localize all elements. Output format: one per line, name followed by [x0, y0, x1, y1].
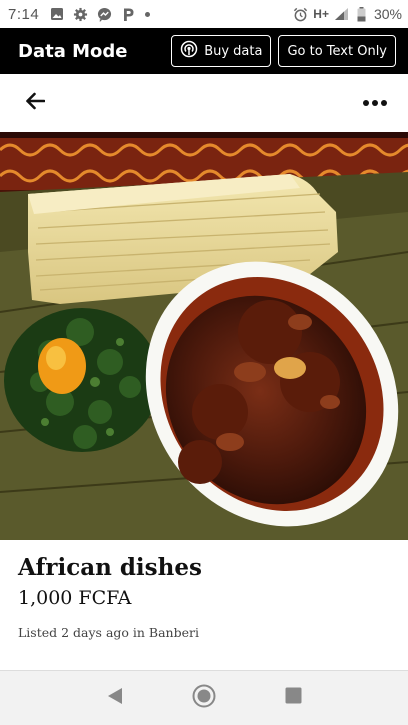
p-icon	[121, 7, 136, 22]
more-options-button[interactable]	[360, 88, 390, 118]
system-recents-button[interactable]	[275, 680, 311, 716]
signal-icon	[334, 7, 349, 22]
listing-photo[interactable]	[0, 132, 408, 540]
status-bar: 7:14 H+ 30%	[0, 0, 408, 28]
back-triangle-icon	[107, 687, 123, 710]
data-mode-title: Data Mode	[18, 40, 128, 62]
gear-icon	[73, 7, 88, 22]
battery-icon	[354, 6, 369, 22]
messenger-icon	[97, 7, 112, 22]
image-icon	[49, 7, 64, 22]
arrow-left-icon	[25, 92, 46, 115]
data-mode-bar: Data Mode Buy data Go to Text Only	[0, 28, 408, 74]
system-back-button[interactable]	[97, 680, 133, 716]
system-home-button[interactable]	[186, 680, 222, 716]
dot-icon	[145, 11, 151, 17]
more-horizontal-icon	[362, 94, 388, 112]
food-photo-illustration	[0, 132, 408, 540]
listing-title: African dishes	[18, 554, 202, 581]
network-type: H+	[313, 7, 329, 21]
text-only-label: Go to Text Only	[287, 43, 387, 59]
home-circle-icon	[192, 684, 216, 713]
buy-data-label: Buy data	[204, 43, 263, 59]
top-nav	[0, 74, 408, 132]
system-status: H+ 30%	[293, 6, 402, 22]
alarm-icon	[293, 7, 308, 22]
listing-price: 1,000 FCFA	[18, 587, 132, 609]
status-time: 7:14	[8, 5, 40, 23]
listing-details: African dishes 1,000 FCFA Listed 2 days …	[0, 540, 408, 640]
broadcast-icon	[180, 40, 198, 62]
recents-square-icon	[285, 687, 302, 709]
system-nav-bar	[0, 670, 408, 725]
listing-meta: Listed 2 days ago in Banberi	[18, 625, 199, 640]
battery-percent: 30%	[373, 6, 402, 22]
buy-data-button[interactable]: Buy data	[171, 35, 272, 67]
text-only-button[interactable]: Go to Text Only	[278, 35, 396, 67]
back-button[interactable]	[20, 88, 50, 118]
notification-icons	[49, 7, 151, 22]
